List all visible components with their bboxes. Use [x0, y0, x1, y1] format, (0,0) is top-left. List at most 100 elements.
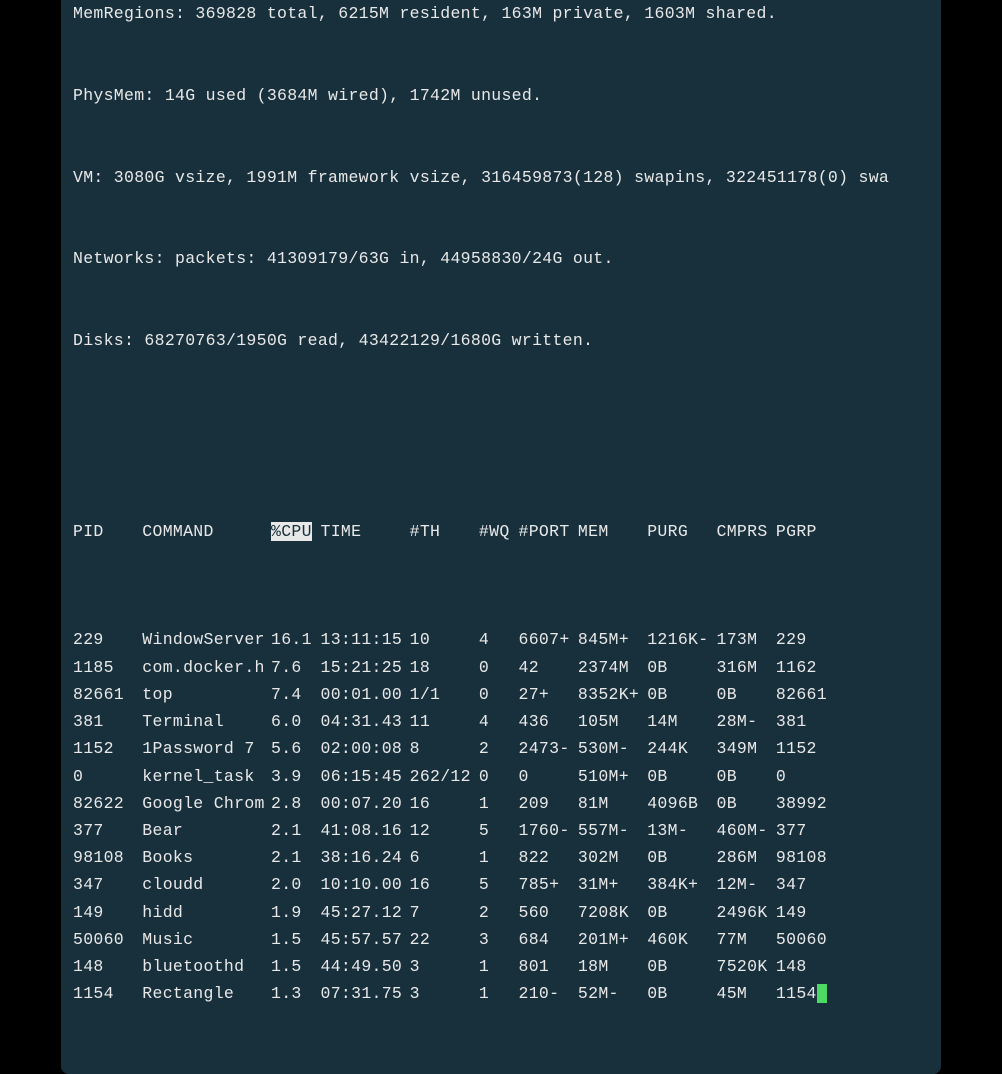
cell-mem: 845M+: [578, 626, 647, 653]
process-table-body: 229WindowServer16.113:11:151046607+845M+…: [73, 626, 929, 1007]
cell-command: 1Password 7: [142, 735, 271, 762]
cell-cpu: 1.3: [271, 980, 321, 1007]
cell-purg: 0B: [647, 844, 716, 871]
col-mem: MEM: [578, 518, 647, 545]
cell-cpu: 5.6: [271, 735, 321, 762]
cell-time: 00:07.20: [321, 790, 410, 817]
table-row: 148bluetoothd1.544:49.503180118M0B7520K1…: [73, 953, 929, 980]
table-row: 98108Books2.138:16.2461822302M0B286M9810…: [73, 844, 929, 871]
cell-pgrp: 381: [776, 708, 835, 735]
cell-wq: 0: [479, 681, 519, 708]
cell-pid: 50060: [73, 926, 142, 953]
cell-command: top: [142, 681, 271, 708]
cell-th: 11: [410, 708, 479, 735]
memregions-summary: MemRegions: 369828 total, 6215M resident…: [73, 0, 929, 27]
col-th: #TH: [410, 518, 479, 545]
cell-mem: 31M+: [578, 871, 647, 898]
cell-pid: 148: [73, 953, 142, 980]
table-row: 381Terminal6.004:31.43114436105M14M28M-3…: [73, 708, 929, 735]
cell-mem: 105M: [578, 708, 647, 735]
cell-cmprs: 0B: [717, 681, 776, 708]
cell-pgrp: 50060: [776, 926, 835, 953]
cell-pgrp: 82661: [776, 681, 835, 708]
cell-cpu: 1.9: [271, 899, 321, 926]
cell-wq: 0: [479, 763, 519, 790]
cell-cmprs: 0B: [717, 763, 776, 790]
table-row: 1185com.docker.h7.615:21:25180422374M0B3…: [73, 654, 929, 681]
cell-pgrp: 0: [776, 763, 835, 790]
table-row: 1154Rectangle1.307:31.7531210-52M-0B45M1…: [73, 980, 929, 1007]
cell-pgrp: 229: [776, 626, 835, 653]
cell-time: 10:10.00: [321, 871, 410, 898]
table-row: 82622Google Chrom2.800:07.2016120981M409…: [73, 790, 929, 817]
terminal-content[interactable]: Processes: 574 total, 2 running, 572 sle…: [61, 0, 941, 1074]
cell-th: 10: [410, 626, 479, 653]
cell-command: Google Chrom: [142, 790, 271, 817]
cell-cpu: 2.8: [271, 790, 321, 817]
cell-time: 44:49.50: [321, 953, 410, 980]
cell-port: 42: [519, 654, 578, 681]
cell-mem: 302M: [578, 844, 647, 871]
cell-cmprs: 28M-: [717, 708, 776, 735]
cell-time: 06:15:45: [321, 763, 410, 790]
cell-pid: 82622: [73, 790, 142, 817]
cell-pid: 229: [73, 626, 142, 653]
cell-pid: 98108: [73, 844, 142, 871]
cell-port: 6607+: [519, 626, 578, 653]
cell-time: 41:08.16: [321, 817, 410, 844]
table-row: 11521Password 75.602:00:08822473-530M-24…: [73, 735, 929, 762]
cell-pid: 149: [73, 899, 142, 926]
cell-time: 07:31.75: [321, 980, 410, 1007]
cell-wq: 1: [479, 953, 519, 980]
col-wq: #WQ: [479, 518, 519, 545]
cell-command: Bear: [142, 817, 271, 844]
col-time: TIME: [321, 518, 410, 545]
sort-column-highlight: %CPU: [271, 522, 312, 541]
cell-wq: 1: [479, 790, 519, 817]
cell-port: 209: [519, 790, 578, 817]
cell-mem: 8352K+: [578, 681, 647, 708]
cell-cpu: 2.0: [271, 871, 321, 898]
cell-th: 6: [410, 844, 479, 871]
cell-cpu: 16.1: [271, 626, 321, 653]
cell-th: 7: [410, 899, 479, 926]
cell-cpu: 2.1: [271, 844, 321, 871]
cell-wq: 4: [479, 626, 519, 653]
cell-command: WindowServer: [142, 626, 271, 653]
cell-pgrp: 347: [776, 871, 835, 898]
cell-time: 38:16.24: [321, 844, 410, 871]
cell-wq: 4: [479, 708, 519, 735]
cell-purg: 244K: [647, 735, 716, 762]
cell-wq: 3: [479, 926, 519, 953]
cell-pgrp: 38992: [776, 790, 835, 817]
cell-th: 1/1: [410, 681, 479, 708]
cell-cmprs: 0B: [717, 790, 776, 817]
cell-pid: 1185: [73, 654, 142, 681]
col-pid: PID: [73, 518, 142, 545]
cell-cmprs: 7520K: [717, 953, 776, 980]
cell-cpu: 7.6: [271, 654, 321, 681]
cell-wq: 1: [479, 980, 519, 1007]
cell-cmprs: 316M: [717, 654, 776, 681]
cell-command: hidd: [142, 899, 271, 926]
cell-port: 27+: [519, 681, 578, 708]
col-cmprs: CMPRS: [717, 518, 776, 545]
col-pgrp: PGRP: [776, 518, 835, 545]
cell-cpu: 7.4: [271, 681, 321, 708]
cell-cmprs: 45M: [717, 980, 776, 1007]
cell-purg: 0B: [647, 654, 716, 681]
table-row: 149hidd1.945:27.12725607208K0B2496K149: [73, 899, 929, 926]
cell-purg: 0B: [647, 763, 716, 790]
cell-purg: 1216K-: [647, 626, 716, 653]
cell-wq: 5: [479, 817, 519, 844]
cell-time: 00:01.00: [321, 681, 410, 708]
cell-th: 262/12: [410, 763, 479, 790]
process-table-header: PIDCOMMAND%CPUTIME#TH#WQ#PORTMEMPURGCMPR…: [73, 518, 929, 545]
cell-port: 436: [519, 708, 578, 735]
table-row: 377Bear2.141:08.161251760-557M-13M-460M-…: [73, 817, 929, 844]
cell-command: Terminal: [142, 708, 271, 735]
blank-line: [73, 409, 929, 436]
cell-port: 0: [519, 763, 578, 790]
table-row: 229WindowServer16.113:11:151046607+845M+…: [73, 626, 929, 653]
cell-th: 3: [410, 953, 479, 980]
